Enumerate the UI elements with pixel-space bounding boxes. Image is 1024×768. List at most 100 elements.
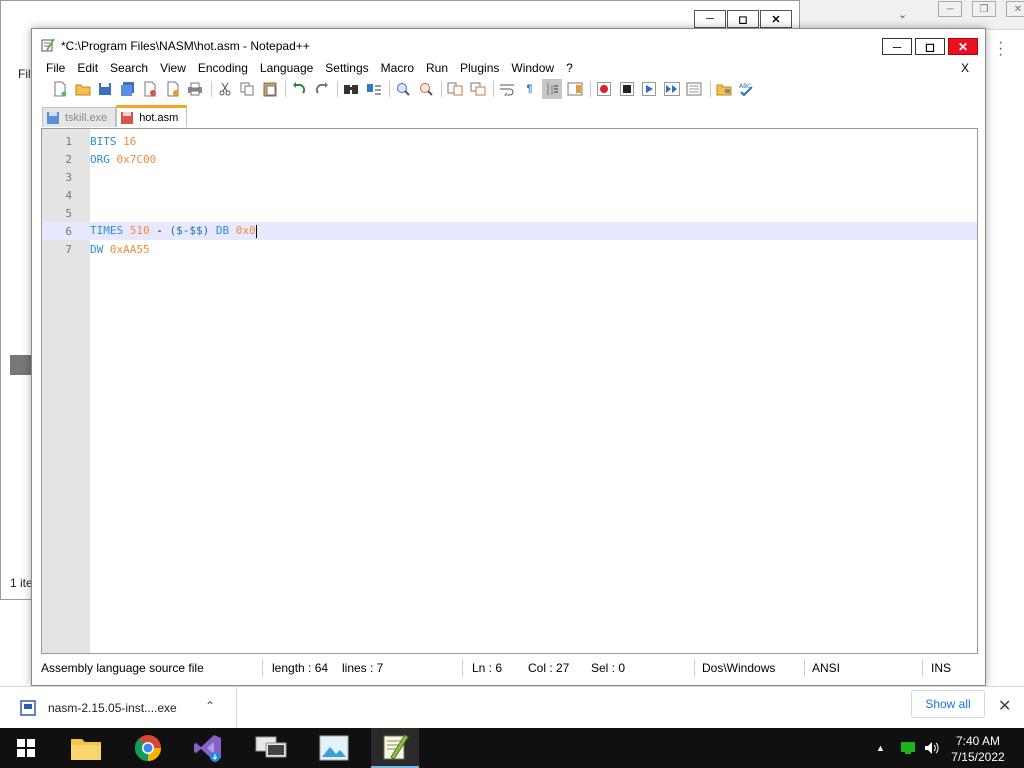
folder-as-workspace-icon[interactable]	[716, 81, 732, 97]
menu-window[interactable]: Window	[511, 61, 554, 75]
menu-file[interactable]: File	[46, 61, 65, 75]
record-macro-icon[interactable]	[596, 81, 612, 97]
start-button[interactable]	[2, 728, 50, 768]
status-line-position: Ln : 6	[472, 661, 503, 675]
toolbar: ¶ ABC	[32, 77, 985, 101]
window-title: *C:\Program Files\NASM\hot.asm - Notepad…	[61, 39, 310, 53]
code-line[interactable]: 4	[42, 186, 977, 204]
show-all-button[interactable]: Show all	[911, 690, 985, 718]
line-number: 5	[65, 206, 72, 220]
menu-edit[interactable]: Edit	[77, 61, 98, 75]
sync-vertical-icon[interactable]	[447, 81, 463, 97]
save-icon[interactable]	[97, 81, 113, 97]
toolbar-separator	[337, 81, 338, 97]
status-selection: Sel : 0	[591, 661, 626, 675]
taskbar-visual-studio-installer[interactable]	[184, 728, 232, 768]
copy-icon[interactable]	[239, 81, 255, 97]
minimize-icon[interactable]: ─	[938, 1, 962, 17]
tab-label: tskill.exe	[65, 111, 108, 124]
menu-plugins[interactable]: Plugins	[460, 61, 499, 75]
toolbar-separator	[709, 81, 711, 97]
paste-icon[interactable]	[262, 81, 278, 97]
menu-search[interactable]: Search	[110, 61, 148, 75]
close-file-icon[interactable]	[142, 81, 158, 97]
menu-settings[interactable]: Settings	[325, 61, 368, 75]
menu-language[interactable]: Language	[260, 61, 313, 75]
run-macro-multiple-icon[interactable]	[663, 81, 680, 97]
minimize-button[interactable]: ─	[882, 38, 912, 55]
print-icon[interactable]	[187, 81, 203, 97]
close-icon[interactable]: ✕	[760, 10, 792, 28]
stop-recording-icon[interactable]	[619, 81, 635, 97]
code-editor[interactable]: 1 BITS 16 2 ORG 0x7C00 3 4 5 6 TIMES 510…	[41, 128, 978, 654]
spell-check-icon[interactable]: ABC	[738, 81, 754, 97]
menu-view[interactable]: View	[160, 61, 186, 75]
save-macro-icon[interactable]	[686, 81, 702, 97]
play-macro-icon[interactable]	[641, 81, 657, 97]
menu-macro[interactable]: Macro	[381, 61, 414, 75]
open-file-icon[interactable]	[75, 81, 91, 97]
menu-encoding[interactable]: Encoding	[198, 61, 248, 75]
sync-horizontal-icon[interactable]	[470, 81, 486, 97]
new-file-icon[interactable]	[52, 81, 68, 97]
status-eol-format[interactable]: Dos\Windows	[702, 661, 775, 675]
show-all-characters-icon[interactable]: ¶	[522, 81, 538, 97]
restore-icon[interactable]: ❐	[972, 1, 996, 17]
document-map-icon[interactable]	[567, 81, 583, 97]
background-status-fragment: 1 ite	[10, 576, 33, 590]
code-line[interactable]: 7 DW 0xAA55	[42, 240, 977, 258]
menu-run[interactable]: Run	[426, 61, 448, 75]
redo-icon[interactable]	[314, 81, 330, 97]
undo-icon[interactable]	[291, 81, 307, 97]
system-clock[interactable]: 7:40 AM 7/15/2022	[946, 733, 1010, 765]
current-code-line[interactable]: 6 TIMES 510 - ($-$$) DB 0x0	[42, 222, 977, 240]
close-button[interactable]: ✕	[948, 38, 978, 55]
close-all-icon[interactable]	[165, 81, 181, 97]
status-lines: lines : 7	[342, 661, 384, 675]
windows-logo-icon	[17, 739, 35, 757]
volume-icon[interactable]	[924, 728, 940, 768]
code-line[interactable]: 1 BITS 16	[42, 132, 977, 150]
taskbar-notepadpp[interactable]	[371, 728, 419, 768]
toolbar-separator	[210, 81, 212, 97]
code-line[interactable]: 3	[42, 168, 977, 186]
indent-guide-icon[interactable]	[542, 79, 562, 99]
maximize-button[interactable]: ◻	[915, 38, 945, 55]
minimize-icon[interactable]: ─	[694, 10, 726, 28]
close-icon[interactable]: ✕	[998, 696, 1011, 716]
status-insert-mode[interactable]: INS	[931, 661, 951, 675]
code-line[interactable]: 5	[42, 204, 977, 222]
save-all-icon[interactable]	[120, 81, 136, 97]
status-separator	[804, 659, 805, 677]
line-number: 7	[65, 242, 72, 256]
number-literal: 510	[129, 224, 150, 238]
network-icon[interactable]	[900, 728, 916, 768]
operator: -	[149, 224, 170, 238]
close-document-button[interactable]: X	[961, 61, 969, 75]
replace-icon[interactable]	[366, 81, 382, 97]
menu-help[interactable]: ?	[566, 61, 573, 75]
taskbar-file-explorer[interactable]	[62, 728, 110, 768]
taskbar-image-viewer[interactable]	[310, 728, 358, 768]
find-icon[interactable]	[343, 81, 359, 97]
code-line[interactable]: 2 ORG 0x7C00	[42, 150, 977, 168]
status-encoding[interactable]: ANSI	[812, 661, 840, 675]
download-item[interactable]: nasm-2.15.05-inst....exe ⌃	[0, 687, 237, 729]
show-hidden-icons[interactable]: ▲	[876, 728, 885, 768]
tab-hot-asm[interactable]: hot.asm	[116, 105, 188, 127]
keyword: ORG	[90, 152, 110, 166]
word-wrap-icon[interactable]	[499, 81, 515, 97]
taskbar-remote-desktop[interactable]	[247, 728, 295, 768]
taskbar-chrome[interactable]	[124, 728, 172, 768]
cut-icon[interactable]	[217, 81, 233, 97]
maximize-icon[interactable]: ◻	[727, 10, 759, 28]
tab-tskill-exe[interactable]: tskill.exe	[42, 107, 117, 127]
zoom-out-icon[interactable]	[418, 81, 434, 97]
chevron-up-icon[interactable]: ⌃	[205, 699, 215, 713]
chevron-down-icon[interactable]: ⌄	[898, 8, 907, 21]
clock-date: 7/15/2022	[951, 750, 1005, 764]
zoom-in-icon[interactable]	[395, 81, 411, 97]
close-icon[interactable]: ✕	[1006, 1, 1024, 17]
chrome-icon	[134, 735, 162, 762]
more-options-icon[interactable]: · · ·	[998, 35, 1003, 63]
